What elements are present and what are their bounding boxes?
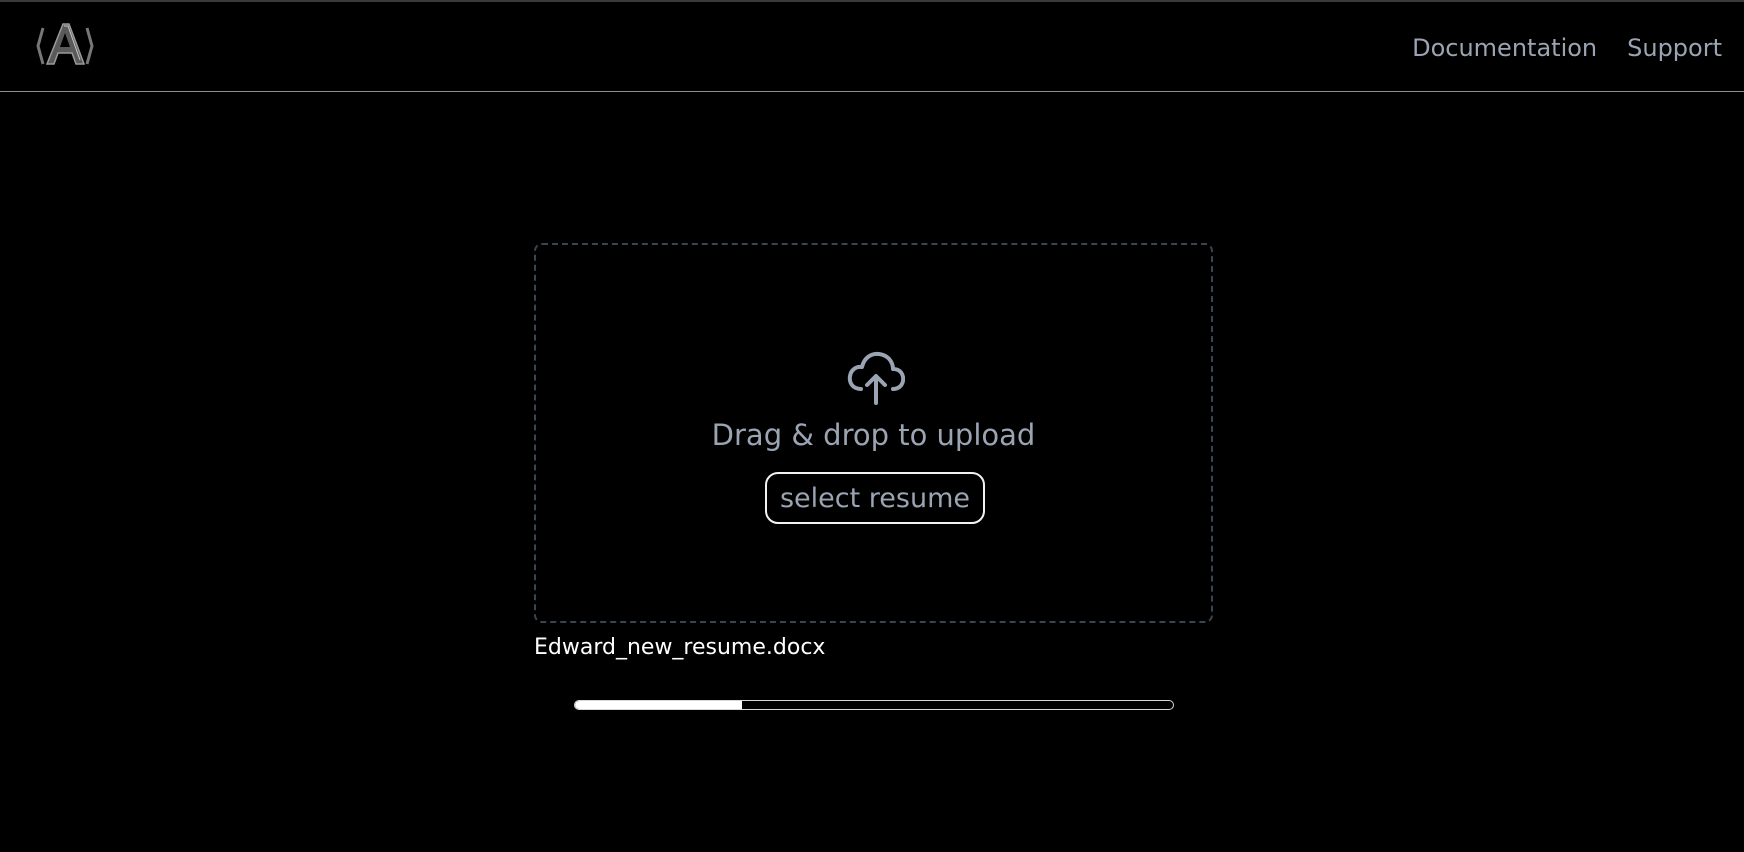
app-window: Documentation Support Drag & drop to upl… <box>0 0 1744 852</box>
upload-progress-bar <box>574 700 1174 710</box>
top-nav: Documentation Support <box>1412 32 1722 64</box>
select-resume-button[interactable]: select resume <box>765 472 985 524</box>
nav-link-documentation[interactable]: Documentation <box>1412 32 1597 64</box>
uploaded-file-name: Edward_new_resume.docx <box>534 635 826 660</box>
nav-link-support[interactable]: Support <box>1627 32 1722 64</box>
top-navbar: Documentation Support <box>0 2 1744 92</box>
file-dropzone[interactable]: Drag & drop to upload select resume <box>534 243 1213 623</box>
cloud-upload-icon <box>847 351 906 405</box>
app-logo-icon[interactable] <box>36 20 94 70</box>
upload-progress-fill <box>575 701 743 709</box>
drop-instructions: Drag & drop to upload <box>711 418 1036 452</box>
